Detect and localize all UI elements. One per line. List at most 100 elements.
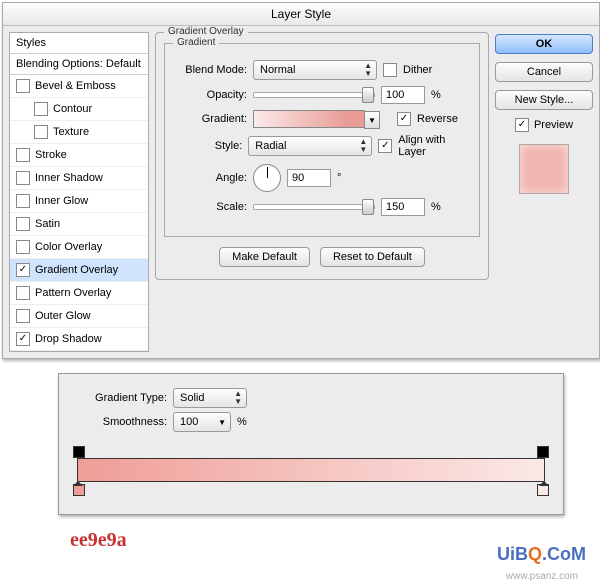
style-value: Radial xyxy=(255,140,286,152)
style-checkbox[interactable] xyxy=(16,148,30,162)
gradient-inner-group: Gradient Blend Mode: Normal ▲▼ Dither Op… xyxy=(164,43,480,237)
dither-checkbox[interactable] xyxy=(383,63,397,77)
style-checkbox[interactable] xyxy=(16,79,30,93)
chevron-updown-icon: ▲▼ xyxy=(364,62,372,78)
gradient-ramp[interactable] xyxy=(77,458,545,482)
gradient-label: Gradient xyxy=(173,37,219,48)
style-item-label: Satin xyxy=(35,218,60,230)
layer-style-dialog: Layer Style Styles Blending Options: Def… xyxy=(2,2,600,359)
smoothness-value: 100 xyxy=(180,416,198,428)
style-item-label: Inner Shadow xyxy=(35,172,103,184)
preview-swatch xyxy=(519,144,569,194)
style-item-label: Outer Glow xyxy=(35,310,91,322)
opacity-stop-left[interactable] xyxy=(73,446,85,458)
angle-unit: ° xyxy=(337,172,341,184)
style-item-gradient-overlay[interactable]: ✓ Gradient Overlay xyxy=(10,259,148,282)
chevron-updown-icon: ▲▼ xyxy=(234,390,242,406)
style-item-label: Bevel & Emboss xyxy=(35,80,116,92)
style-item-label: Stroke xyxy=(35,149,67,161)
gradient-type-value: Solid xyxy=(180,392,204,404)
chevron-down-icon[interactable]: ▼ xyxy=(364,111,380,129)
angle-value[interactable]: 90 xyxy=(287,169,331,187)
style-item-inner-shadow[interactable]: Inner Shadow xyxy=(10,167,148,190)
blend-mode-select[interactable]: Normal ▲▼ xyxy=(253,60,377,80)
styles-header[interactable]: Styles xyxy=(10,33,148,54)
style-item-satin[interactable]: Satin xyxy=(10,213,148,236)
watermark-url: www.psanz.com xyxy=(506,571,578,582)
style-item-bevel-emboss[interactable]: Bevel & Emboss xyxy=(10,75,148,98)
style-item-label: Texture xyxy=(53,126,89,138)
gradient-overlay-group: Gradient Overlay Gradient Blend Mode: No… xyxy=(155,32,489,280)
blending-options[interactable]: Blending Options: Default xyxy=(10,54,148,75)
angle-dial[interactable] xyxy=(253,164,281,192)
gradient-type-select[interactable]: Solid ▲▼ xyxy=(173,388,247,408)
angle-label: Angle: xyxy=(173,172,247,184)
gradient-type-label: Gradient Type: xyxy=(71,392,167,404)
style-checkbox[interactable] xyxy=(34,125,48,139)
style-item-pattern-overlay[interactable]: Pattern Overlay xyxy=(10,282,148,305)
style-checkbox[interactable] xyxy=(16,240,30,254)
dither-label: Dither xyxy=(403,64,432,76)
scale-value[interactable]: 150 xyxy=(381,198,425,216)
stop-handle-icon xyxy=(73,481,83,486)
style-item-label: Contour xyxy=(53,103,92,115)
style-checkbox[interactable] xyxy=(34,102,48,116)
watermark: UiBQ.CoM xyxy=(497,544,586,565)
style-item-label: Inner Glow xyxy=(35,195,88,207)
reverse-checkbox[interactable]: ✓ xyxy=(397,112,411,126)
stop-handle-icon xyxy=(539,481,549,486)
style-checkbox[interactable] xyxy=(16,286,30,300)
style-checkbox[interactable] xyxy=(16,194,30,208)
scale-slider[interactable] xyxy=(253,204,375,210)
opacity-unit: % xyxy=(431,89,441,101)
align-label: Align with Layer xyxy=(398,134,471,158)
preview-checkbox[interactable]: ✓ xyxy=(515,118,529,132)
center-panel: Gradient Overlay Gradient Blend Mode: No… xyxy=(155,32,489,352)
gradient-bar[interactable] xyxy=(71,446,551,496)
style-item-label: Gradient Overlay xyxy=(35,264,118,276)
preview-label: Preview xyxy=(534,119,573,131)
style-checkbox[interactable] xyxy=(16,217,30,231)
right-panel: OK Cancel New Style... ✓ Preview xyxy=(495,32,593,352)
style-item-color-overlay[interactable]: Color Overlay xyxy=(10,236,148,259)
reverse-label: Reverse xyxy=(417,113,458,125)
align-checkbox[interactable]: ✓ xyxy=(378,139,392,153)
reset-default-button[interactable]: Reset to Default xyxy=(320,247,425,267)
chevron-down-icon: ▼ xyxy=(218,418,226,427)
new-style-button[interactable]: New Style... xyxy=(495,90,593,110)
gradient-preview[interactable]: ▼ xyxy=(253,110,365,128)
style-item-contour[interactable]: Contour xyxy=(10,98,148,121)
smoothness-input[interactable]: 100 ▼ xyxy=(173,412,231,432)
smoothness-label: Smoothness: xyxy=(71,416,167,428)
smoothness-unit: % xyxy=(237,416,247,428)
style-checkbox[interactable]: ✓ xyxy=(16,332,30,346)
dialog-body: Styles Blending Options: Default Bevel &… xyxy=(3,26,599,358)
section-label: Gradient Overlay xyxy=(164,26,248,37)
style-checkbox[interactable]: ✓ xyxy=(16,263,30,277)
opacity-label: Opacity: xyxy=(173,89,247,101)
cancel-button[interactable]: Cancel xyxy=(495,62,593,82)
opacity-slider[interactable] xyxy=(253,92,375,98)
gradient-editor: Gradient Type: Solid ▲▼ Smoothness: 100 … xyxy=(58,373,564,515)
style-item-drop-shadow[interactable]: ✓ Drop Shadow xyxy=(10,328,148,351)
style-item-label: Pattern Overlay xyxy=(35,287,111,299)
style-item-texture[interactable]: Texture xyxy=(10,121,148,144)
ok-button[interactable]: OK xyxy=(495,34,593,54)
opacity-value[interactable]: 100 xyxy=(381,86,425,104)
style-select[interactable]: Radial ▲▼ xyxy=(248,136,372,156)
style-checkbox[interactable] xyxy=(16,309,30,323)
style-item-label: Drop Shadow xyxy=(35,333,102,345)
slider-thumb[interactable] xyxy=(362,199,374,215)
make-default-button[interactable]: Make Default xyxy=(219,247,310,267)
style-checkbox[interactable] xyxy=(16,171,30,185)
style-label: Style: xyxy=(173,140,242,152)
slider-thumb[interactable] xyxy=(362,87,374,103)
style-item-label: Color Overlay xyxy=(35,241,102,253)
style-item-inner-glow[interactable]: Inner Glow xyxy=(10,190,148,213)
styles-panel: Styles Blending Options: Default Bevel &… xyxy=(9,32,149,352)
style-item-stroke[interactable]: Stroke xyxy=(10,144,148,167)
blend-mode-value: Normal xyxy=(260,64,295,76)
dialog-title: Layer Style xyxy=(3,3,599,26)
opacity-stop-right[interactable] xyxy=(537,446,549,458)
style-item-outer-glow[interactable]: Outer Glow xyxy=(10,305,148,328)
